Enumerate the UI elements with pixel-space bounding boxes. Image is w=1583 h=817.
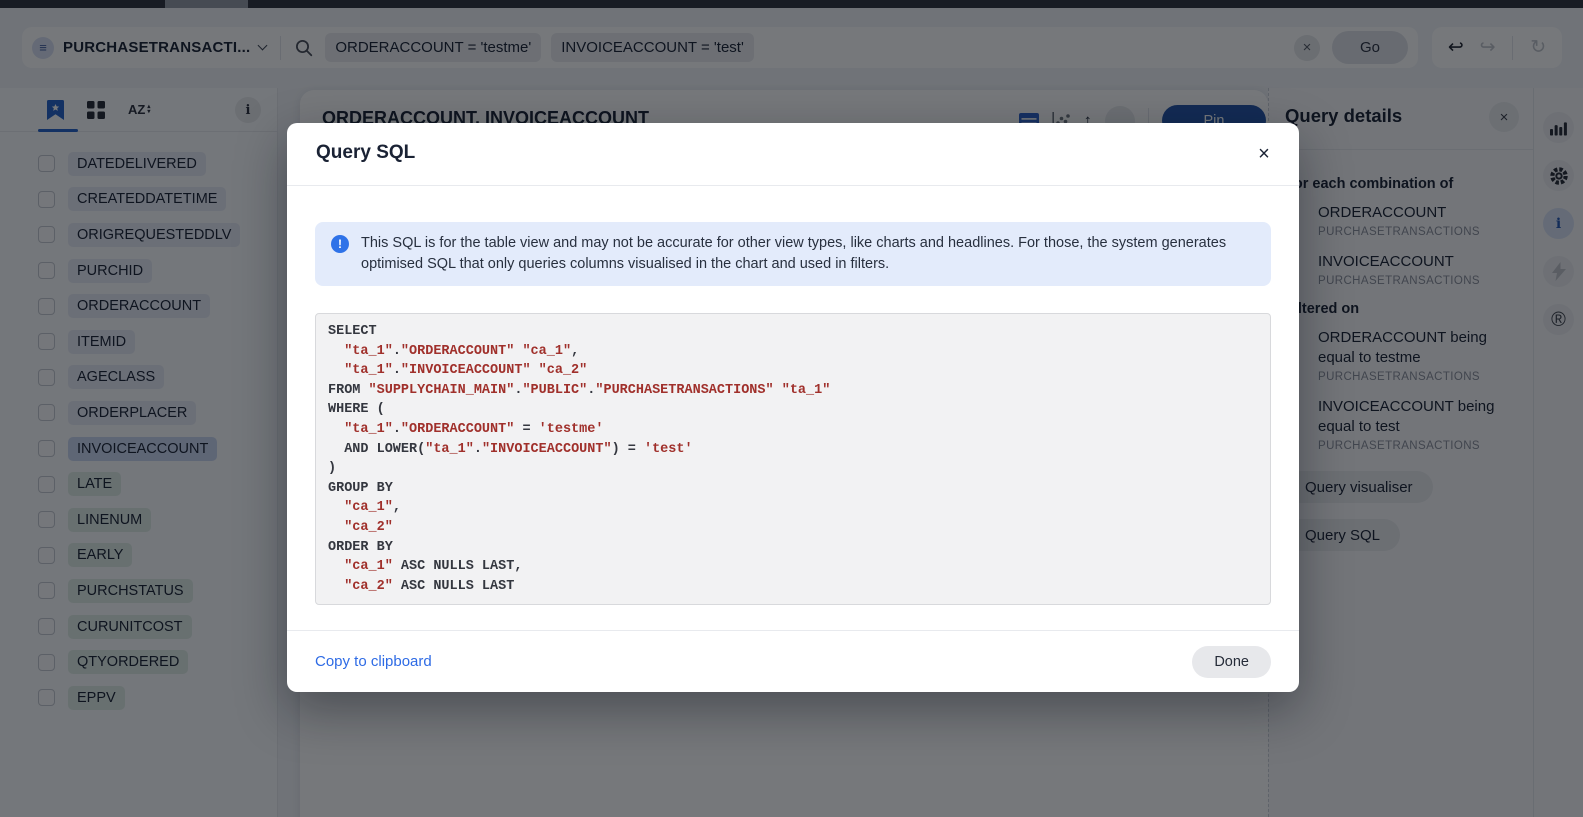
app-root: { "topbar": { "datasource_label": "PURCH… [0,0,1583,817]
modal-title: Query SQL [316,142,415,164]
modal-header: Query SQL × [287,123,1299,186]
modal-body: ! This SQL is for the table view and may… [287,186,1299,605]
modal-footer: Copy to clipboard Done [287,630,1299,692]
done-button[interactable]: Done [1192,646,1271,678]
alert-info-icon: ! [331,235,349,253]
copy-to-clipboard-link[interactable]: Copy to clipboard [315,653,432,670]
query-sql-modal: Query SQL × ! This SQL is for the table … [287,123,1299,692]
close-icon[interactable]: × [1249,139,1279,169]
sql-code: SELECT "ta_1"."ORDERACCOUNT" "ca_1", "ta… [315,313,1271,605]
info-banner-text: This SQL is for the table view and may n… [361,233,1255,275]
info-banner: ! This SQL is for the table view and may… [315,222,1271,286]
